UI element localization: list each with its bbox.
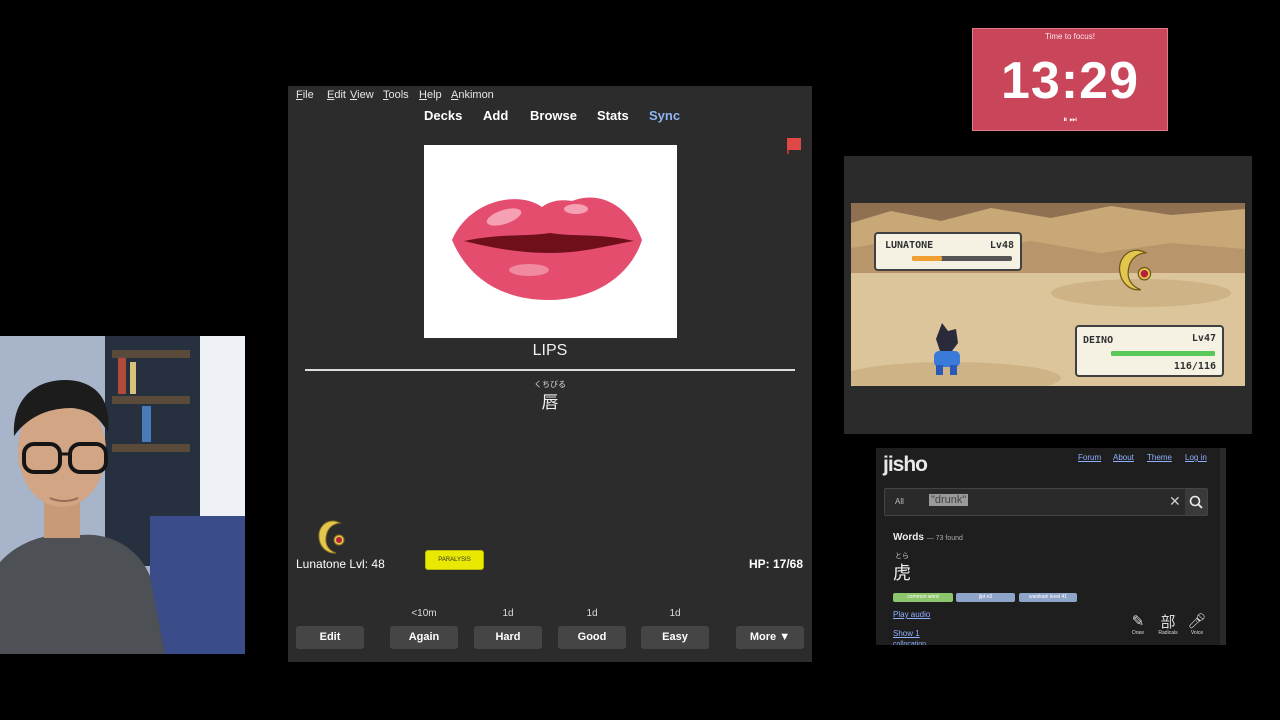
scrollbar[interactable] <box>1220 448 1226 645</box>
toolbar-sync[interactable]: Sync <box>649 108 680 123</box>
radicals-icon: 部 <box>1160 613 1176 631</box>
results-title: Words <box>893 532 924 543</box>
collocation-link[interactable]: collocation <box>893 641 926 645</box>
search-bar: All "drunk" ✕ <box>884 488 1208 516</box>
hard-interval: 1d <box>502 608 514 619</box>
nav-login[interactable]: Log in <box>1185 453 1207 462</box>
draw-icon: ✎ <box>1131 613 1145 630</box>
radicals-label: Radicals <box>1158 630 1178 636</box>
search-input[interactable]: "drunk" <box>929 494 969 506</box>
lunatone-sprite <box>1118 249 1152 291</box>
menu-ankimon[interactable]: Ankimon <box>451 89 494 101</box>
tag-jlpt: jlpt n3 <box>956 593 1015 602</box>
toolbar-stats[interactable]: Stats <box>597 108 629 123</box>
timer-controls[interactable]: ⏸ ⏭ <box>973 115 1167 125</box>
draw-label: Draw <box>1132 630 1144 636</box>
tag-wanikani: wanikani level 41 <box>1019 593 1077 602</box>
menu-bar: File Edit View Tools Help Ankimon <box>288 86 812 104</box>
microphone-icon: 🎤︎ <box>1187 613 1207 630</box>
card-divider <box>305 369 795 371</box>
game-window: LUNATONE Lv48 DEINO Lv47 116/116 <box>844 156 1252 434</box>
pokemon-hp: HP: 17/68 <box>748 557 803 571</box>
search-button[interactable] <box>1185 489 1207 515</box>
player-hp-bar <box>1111 351 1215 356</box>
enemy-hp-box: LUNATONE Lv48 <box>874 232 1022 271</box>
edit-button[interactable]: Edit <box>296 626 364 649</box>
status-badge: PARALYSIS <box>425 550 484 570</box>
easy-button[interactable]: Easy <box>641 626 709 649</box>
pokemon-name-level: Lunatone Lvl: 48 <box>296 557 385 571</box>
entry-word: 虎 <box>893 563 911 584</box>
timer-time: 13:29 <box>1001 52 1139 110</box>
menu-help[interactable]: Help <box>419 89 442 101</box>
voice-label: Voice <box>1190 630 1204 636</box>
clear-icon[interactable]: ✕ <box>1169 493 1181 510</box>
lunatone-icon <box>318 520 345 554</box>
search-icon <box>1189 495 1203 509</box>
easy-interval: 1d <box>669 608 681 619</box>
more-button[interactable]: More ▼ <box>736 626 804 649</box>
battle-scene: LUNATONE Lv48 DEINO Lv47 116/116 <box>851 203 1245 386</box>
lips-icon <box>452 197 642 300</box>
toolbar-decks[interactable]: Decks <box>424 108 462 123</box>
toolbar-add[interactable]: Add <box>483 108 508 123</box>
enemy-hp-bar <box>912 256 1012 261</box>
show-link[interactable]: Show 1 <box>893 629 920 638</box>
deino-sprite <box>934 323 960 375</box>
flag-icon[interactable] <box>787 138 801 154</box>
again-button[interactable]: Again <box>390 626 458 649</box>
enemy-name: LUNATONE <box>885 240 934 251</box>
webcam-person-image <box>0 336 245 654</box>
player-hp: 116/116 <box>1173 361 1216 372</box>
pomodoro-timer: Time to focus! 13:29 ⏸ ⏭ <box>972 28 1168 131</box>
anki-window: File Edit View Tools Help Ankimon Decks … <box>288 86 812 662</box>
webcam-feed <box>0 336 245 654</box>
search-filter[interactable]: All <box>895 497 904 506</box>
menu-tools[interactable]: Tools <box>383 89 409 101</box>
jisho-logo[interactable]: jisho <box>883 453 928 477</box>
again-interval: <10m <box>411 608 437 619</box>
player-name: DEINO <box>1083 335 1114 346</box>
main-toolbar: Decks Add Browse Stats Sync <box>288 106 812 126</box>
player-level: Lv47 <box>1191 333 1216 344</box>
card-kanji: 唇 <box>541 393 559 413</box>
hard-button[interactable]: Hard <box>474 626 542 649</box>
timer-title: Time to focus! <box>1045 32 1095 41</box>
voice-tool[interactable]: 🎤︎ Voice <box>1183 613 1211 637</box>
enemy-level: Lv48 <box>989 240 1014 251</box>
results-count: — 73 found <box>926 535 963 542</box>
menu-edit[interactable]: Edit <box>327 89 346 101</box>
good-interval: 1d <box>586 608 598 619</box>
tag-common: common word <box>893 593 953 602</box>
toolbar-browse[interactable]: Browse <box>530 108 577 123</box>
play-audio-link[interactable]: Play audio <box>893 610 930 619</box>
results-heading: Words — 73 found <box>893 532 963 543</box>
nav-forum[interactable]: Forum <box>1078 453 1101 462</box>
good-button[interactable]: Good <box>558 626 626 649</box>
card-word: LIPS <box>532 342 568 359</box>
nav-about[interactable]: About <box>1113 453 1134 462</box>
nav-theme[interactable]: Theme <box>1147 453 1172 462</box>
draw-tool[interactable]: ✎ Draw <box>1124 613 1152 637</box>
card-image <box>424 145 677 338</box>
player-hp-box: DEINO Lv47 116/116 <box>1075 325 1224 377</box>
jisho-window: jisho Forum About Theme Log in All "drun… <box>876 448 1226 645</box>
radicals-tool[interactable]: 部 Radicals <box>1154 614 1182 636</box>
menu-view[interactable]: View <box>350 89 374 101</box>
menu-file[interactable]: File <box>296 89 314 101</box>
